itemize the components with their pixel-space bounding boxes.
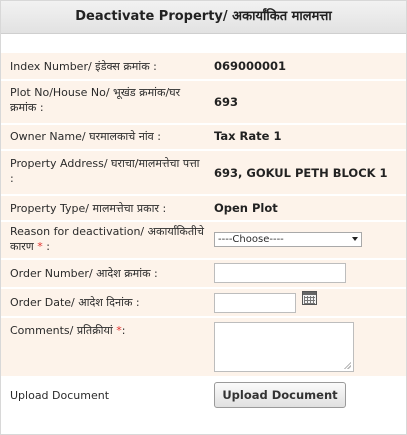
reason-select-value: ----Choose---- (218, 234, 284, 245)
row-upload: Upload Document Upload Document (1, 378, 406, 412)
row-comments: Comments/ प्रतिक्रीयां *: (1, 318, 406, 376)
row-order-date: Order Date/ आदेश दिनांक : (1, 289, 406, 316)
property-address-label: Property Address/ घराचा/मालमत्तेचा पत्ता… (10, 157, 200, 185)
row-owner-name: Owner Name/ घरमालकाचे नांव : Tax Rate 1 (1, 125, 406, 149)
calendar-icon-header (303, 292, 316, 295)
order-date-input[interactable] (214, 293, 296, 313)
reason-label-suffix: : (46, 240, 50, 253)
reason-label: Reason for deactivation/ अकार्यांकितीचे … (10, 224, 205, 254)
calendar-icon-grid (304, 296, 315, 304)
calendar-icon[interactable] (302, 291, 317, 305)
deactivate-property-panel: Deactivate Property/ अकार्यांकित मालमत्त… (0, 0, 407, 435)
comments-textarea[interactable] (214, 322, 354, 372)
plot-no-label: Plot No/House No/ भूखंड क्रमांक/घर क्रमा… (10, 86, 181, 114)
row-plot-no: Plot No/House No/ भूखंड क्रमांक/घर क्रमा… (1, 81, 406, 123)
order-date-label: Order Date/ आदेश दिनांक : (10, 296, 140, 309)
comments-label: Comments/ प्रतिक्रीयां *: (10, 323, 205, 338)
row-property-address: Property Address/ घराचा/मालमत्तेचा पत्ता… (1, 151, 406, 194)
property-type-value: Open Plot (214, 201, 278, 215)
row-property-type: Property Type/ मालमत्तेचा प्रकार : Open … (1, 196, 406, 220)
upload-document-button[interactable]: Upload Document (214, 382, 346, 408)
comments-label-text: Comments/ प्रतिक्रीयां (10, 324, 113, 337)
owner-name-label: Owner Name/ घरमालकाचे नांव : (10, 130, 162, 143)
owner-name-value: Tax Rate 1 (214, 129, 282, 143)
order-number-label: Order Number/ आदेश क्रमांक : (10, 267, 158, 280)
panel-title: Deactivate Property/ अकार्यांकित मालमत्त… (1, 1, 406, 34)
index-number-value: 069000001 (214, 59, 287, 73)
order-number-input[interactable] (214, 263, 346, 283)
resize-grip-icon[interactable] (343, 361, 351, 369)
plot-no-value: 693 (214, 95, 239, 109)
comments-label-suffix: : (121, 324, 126, 337)
reason-select[interactable]: ----Choose---- (214, 232, 362, 247)
upload-label: Upload Document (10, 389, 110, 402)
property-address-value: 693, GOKUL PETH BLOCK 1 (214, 166, 388, 180)
row-order-number: Order Number/ आदेश क्रमांक : (1, 260, 406, 287)
row-reason: Reason for deactivation/ अकार्यांकितीचे … (1, 222, 406, 258)
row-index-number: Index Number/ इंडेक्स क्रमांक : 06900000… (1, 53, 406, 79)
index-number-label: Index Number/ इंडेक्स क्रमांक : (10, 60, 157, 73)
required-mark: * (37, 240, 43, 253)
property-type-label: Property Type/ मालमत्तेचा प्रकार : (10, 202, 167, 215)
chevron-down-icon (352, 237, 358, 241)
